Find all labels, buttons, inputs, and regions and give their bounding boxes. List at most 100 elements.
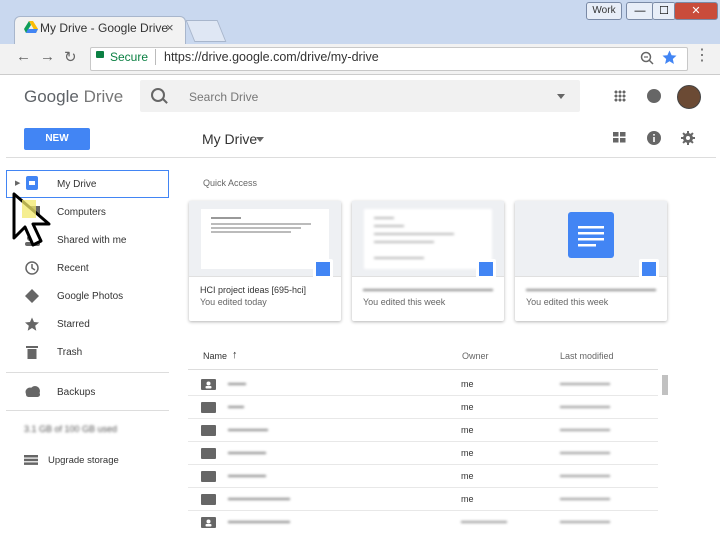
quick-access-title: Quick Access — [203, 178, 258, 188]
row-modified-obscured — [560, 521, 610, 523]
row-modified-obscured — [560, 498, 610, 500]
url-separator — [155, 49, 156, 65]
apps-grid-icon[interactable] — [614, 90, 626, 102]
shared-folder-icon — [201, 379, 216, 390]
drive-favicon-icon — [24, 21, 38, 33]
doc-icon — [313, 259, 333, 279]
url-text[interactable]: https://drive.google.com/drive/my-drive — [164, 50, 379, 64]
search-input[interactable]: Search Drive — [189, 90, 258, 104]
sidebar-item-label: Google Photos — [57, 291, 124, 302]
expand-arrow-icon[interactable]: ▶ — [15, 179, 20, 187]
table-row[interactable] — [188, 511, 658, 533]
sidebar-item-label: Starred — [57, 319, 90, 330]
info-icon[interactable] — [647, 131, 661, 145]
column-header-name[interactable]: Name — [203, 351, 227, 361]
avatar[interactable] — [677, 85, 701, 109]
row-modified-obscured — [560, 452, 610, 454]
row-name-obscured — [228, 383, 246, 385]
reload-icon[interactable]: ↻ — [64, 48, 77, 66]
folder-icon — [201, 425, 216, 436]
row-name-obscured — [228, 498, 290, 500]
header-divider — [6, 157, 716, 158]
row-name-obscured — [228, 429, 268, 431]
gear-icon[interactable] — [681, 131, 695, 145]
folder-icon — [201, 448, 216, 459]
table-row[interactable]: me — [188, 465, 658, 488]
card-name-obscured — [526, 289, 656, 291]
my-drive-icon — [26, 176, 38, 190]
forward-icon[interactable]: → — [40, 48, 55, 65]
grid-view-icon[interactable] — [613, 132, 626, 143]
card-name: HCI project ideas [695-hci] — [200, 285, 307, 295]
photos-icon — [25, 289, 39, 303]
close-window-button[interactable]: ✕ — [674, 2, 718, 20]
row-owner: me — [461, 402, 474, 412]
table-row[interactable]: me — [188, 373, 658, 396]
sort-arrow-icon[interactable]: ↑ — [232, 349, 238, 361]
lock-icon — [96, 51, 104, 58]
card-activity: You edited this week — [526, 297, 609, 307]
page-title[interactable]: My Drive — [202, 131, 257, 147]
doc-icon — [476, 259, 496, 279]
row-name-obscured — [228, 521, 290, 523]
clock-icon — [25, 261, 39, 275]
browser-menu-icon[interactable]: ⋮ — [694, 48, 710, 64]
new-button[interactable]: NEW — [24, 128, 90, 150]
folder-icon — [201, 471, 216, 482]
star-icon — [25, 317, 39, 331]
doc-icon — [639, 259, 659, 279]
card-activity: You edited this week — [363, 297, 446, 307]
trash-icon — [26, 346, 38, 359]
cursor-highlight — [22, 200, 36, 218]
row-owner-obscured — [461, 521, 507, 523]
table-row[interactable]: me — [188, 419, 658, 442]
logo-drive: Drive — [83, 87, 124, 106]
row-owner: me — [461, 425, 474, 435]
tab-title: My Drive - Google Drive — [40, 21, 169, 35]
logo-google: Google — [24, 87, 79, 106]
sidebar-item-label: Recent — [57, 263, 89, 274]
quick-access-card[interactable]: You edited this week — [515, 201, 667, 321]
sidebar-item-label: Trash — [57, 347, 83, 358]
row-modified-obscured — [560, 475, 610, 477]
sidebar-item-label: Shared with me — [57, 235, 127, 246]
storage-usage: 3.1 GB of 100 GB used — [24, 424, 118, 434]
maximize-button[interactable]: ☐ — [652, 2, 676, 20]
bookmark-star-icon[interactable] — [662, 50, 677, 65]
upgrade-storage-link[interactable]: Upgrade storage — [48, 455, 119, 466]
sidebar-item-label: Computers — [57, 207, 106, 218]
row-owner: me — [461, 471, 474, 481]
column-header-modified[interactable]: Last modified — [560, 351, 614, 361]
scrollbar-thumb[interactable] — [662, 375, 668, 395]
google-docs-icon — [568, 212, 614, 258]
doc-preview — [364, 209, 492, 269]
shared-folder-icon — [201, 517, 216, 528]
row-modified-obscured — [560, 383, 610, 385]
tab-close-icon[interactable]: × — [166, 20, 174, 35]
my-drive-chevron-down-icon[interactable] — [256, 137, 264, 142]
folder-icon — [201, 402, 216, 413]
quick-access-card[interactable]: HCI project ideas [695-hci] You edited t… — [189, 201, 341, 321]
search-icon[interactable] — [151, 88, 165, 102]
quick-access-card[interactable]: You edited this week — [352, 201, 504, 321]
profile-badge[interactable]: Work — [586, 2, 622, 20]
back-icon[interactable]: ← — [16, 48, 31, 65]
sidebar-divider — [6, 372, 169, 373]
card-activity: You edited today — [200, 297, 267, 307]
table-row[interactable]: me — [188, 442, 658, 465]
google-drive-logo[interactable]: Google Drive — [24, 87, 123, 107]
minimize-button[interactable]: — — [626, 2, 654, 20]
column-header-owner: Owner — [462, 351, 489, 361]
row-owner: me — [461, 494, 474, 504]
row-name-obscured — [228, 452, 266, 454]
row-owner: me — [461, 379, 474, 389]
search-options-chevron-down-icon[interactable] — [557, 94, 565, 99]
row-modified-obscured — [560, 406, 610, 408]
table-row[interactable]: me — [188, 488, 658, 511]
sidebar-divider — [6, 410, 169, 411]
row-owner: me — [461, 448, 474, 458]
notifications-icon[interactable] — [647, 89, 661, 103]
table-row[interactable]: me — [188, 396, 658, 419]
folder-icon — [201, 494, 216, 505]
zoom-icon[interactable] — [640, 51, 654, 65]
